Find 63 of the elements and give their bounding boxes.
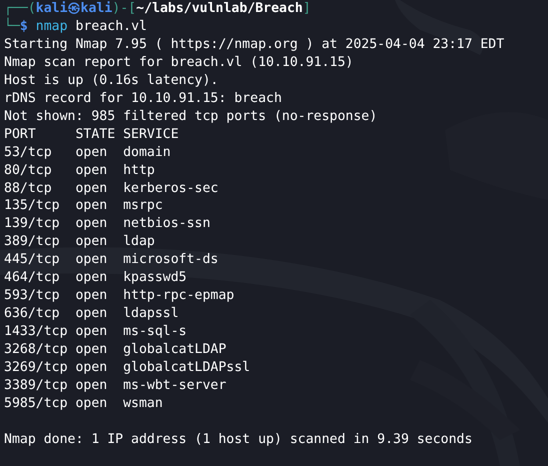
- service-cell: microsoft-ds: [123, 251, 218, 270]
- state-cell: open: [75, 377, 108, 395]
- prompt-frame: ]: [302, 0, 311, 18]
- state-cell: open: [75, 394, 108, 413]
- service-cell: http-rpc-epmap: [123, 287, 234, 306]
- state-cell: open: [75, 269, 108, 288]
- service-cell: globalcatLDAPssl: [123, 359, 250, 378]
- command-name: nmap: [36, 18, 68, 36]
- state-cell: open: [75, 287, 108, 306]
- port-cell: 3269/tcp: [4, 359, 68, 378]
- state-cell: open: [75, 180, 108, 198]
- state-cell: open: [75, 341, 108, 360]
- state-cell: open: [75, 305, 108, 324]
- service-cell: domain: [123, 144, 171, 162]
- command-argument: breach.vl: [76, 18, 147, 36]
- column-header: PORT: [4, 126, 36, 144]
- port-cell: 53/tcp: [4, 144, 52, 162]
- prompt-directory: ~/labs/vulnlab/Breach: [136, 0, 303, 18]
- state-cell: open: [75, 359, 108, 378]
- service-cell: globalcatLDAP: [123, 341, 226, 360]
- service-cell: kerberos-sec: [123, 180, 218, 198]
- port-cell: 139/tcp: [4, 215, 60, 234]
- service-cell: ldap: [123, 233, 155, 252]
- service-cell: kpasswd5: [123, 269, 187, 288]
- state-cell: open: [75, 233, 108, 252]
- port-cell: 593/tcp: [4, 287, 60, 306]
- port-cell: 135/tcp: [4, 197, 60, 216]
- service-cell: ms-sql-s: [123, 323, 187, 342]
- prompt-frame: ┌──(: [4, 0, 36, 18]
- service-cell: ldapssl: [123, 305, 179, 324]
- state-cell: open: [75, 197, 108, 216]
- service-cell: http: [123, 162, 155, 180]
- service-cell: netbios-ssn: [123, 215, 210, 234]
- port-cell: 3268/tcp: [4, 341, 68, 360]
- prompt-frame: )-[: [112, 0, 136, 18]
- output-line: Not shown: 985 filtered tcp ports (no-response): [4, 108, 378, 126]
- column-header: STATE: [75, 126, 116, 144]
- service-cell: wsman: [123, 394, 163, 413]
- state-cell: open: [75, 251, 108, 270]
- port-cell: 389/tcp: [4, 233, 60, 252]
- port-cell: 80/tcp: [4, 162, 52, 180]
- port-cell: 464/tcp: [4, 269, 60, 288]
- port-cell: 636/tcp: [4, 305, 60, 324]
- prompt-symbol: $: [20, 18, 28, 36]
- output-line: Nmap scan report for breach.vl (10.10.91.15): [4, 54, 354, 72]
- port-cell: 3389/tcp: [4, 377, 68, 395]
- port-cell: 88/tcp: [4, 180, 52, 198]
- port-cell: 5985/tcp: [4, 394, 68, 413]
- prompt-frame: └─: [4, 18, 20, 36]
- state-cell: open: [75, 144, 108, 162]
- output-line: rDNS record for 10.10.91.15: breach: [4, 90, 282, 108]
- port-cell: 1433/tcp: [4, 323, 68, 342]
- port-cell: 445/tcp: [4, 251, 60, 270]
- service-cell: msrpc: [123, 197, 163, 216]
- output-line: Starting Nmap 7.95 ( https://nmap.org ) at 2025-04-04 23:17 EDT: [4, 36, 504, 54]
- state-cell: open: [75, 323, 108, 342]
- state-cell: open: [75, 162, 108, 180]
- summary-line: Nmap done: 1 IP address (1 host up) scanned in 9.39 seconds: [4, 430, 472, 449]
- prompt-user-host: kali㉿kali: [36, 0, 112, 18]
- output-line: Host is up (0.16s latency).: [4, 72, 218, 90]
- state-cell: open: [75, 215, 108, 234]
- service-cell: ms-wbt-server: [123, 377, 226, 395]
- column-header: SERVICE: [123, 126, 179, 144]
